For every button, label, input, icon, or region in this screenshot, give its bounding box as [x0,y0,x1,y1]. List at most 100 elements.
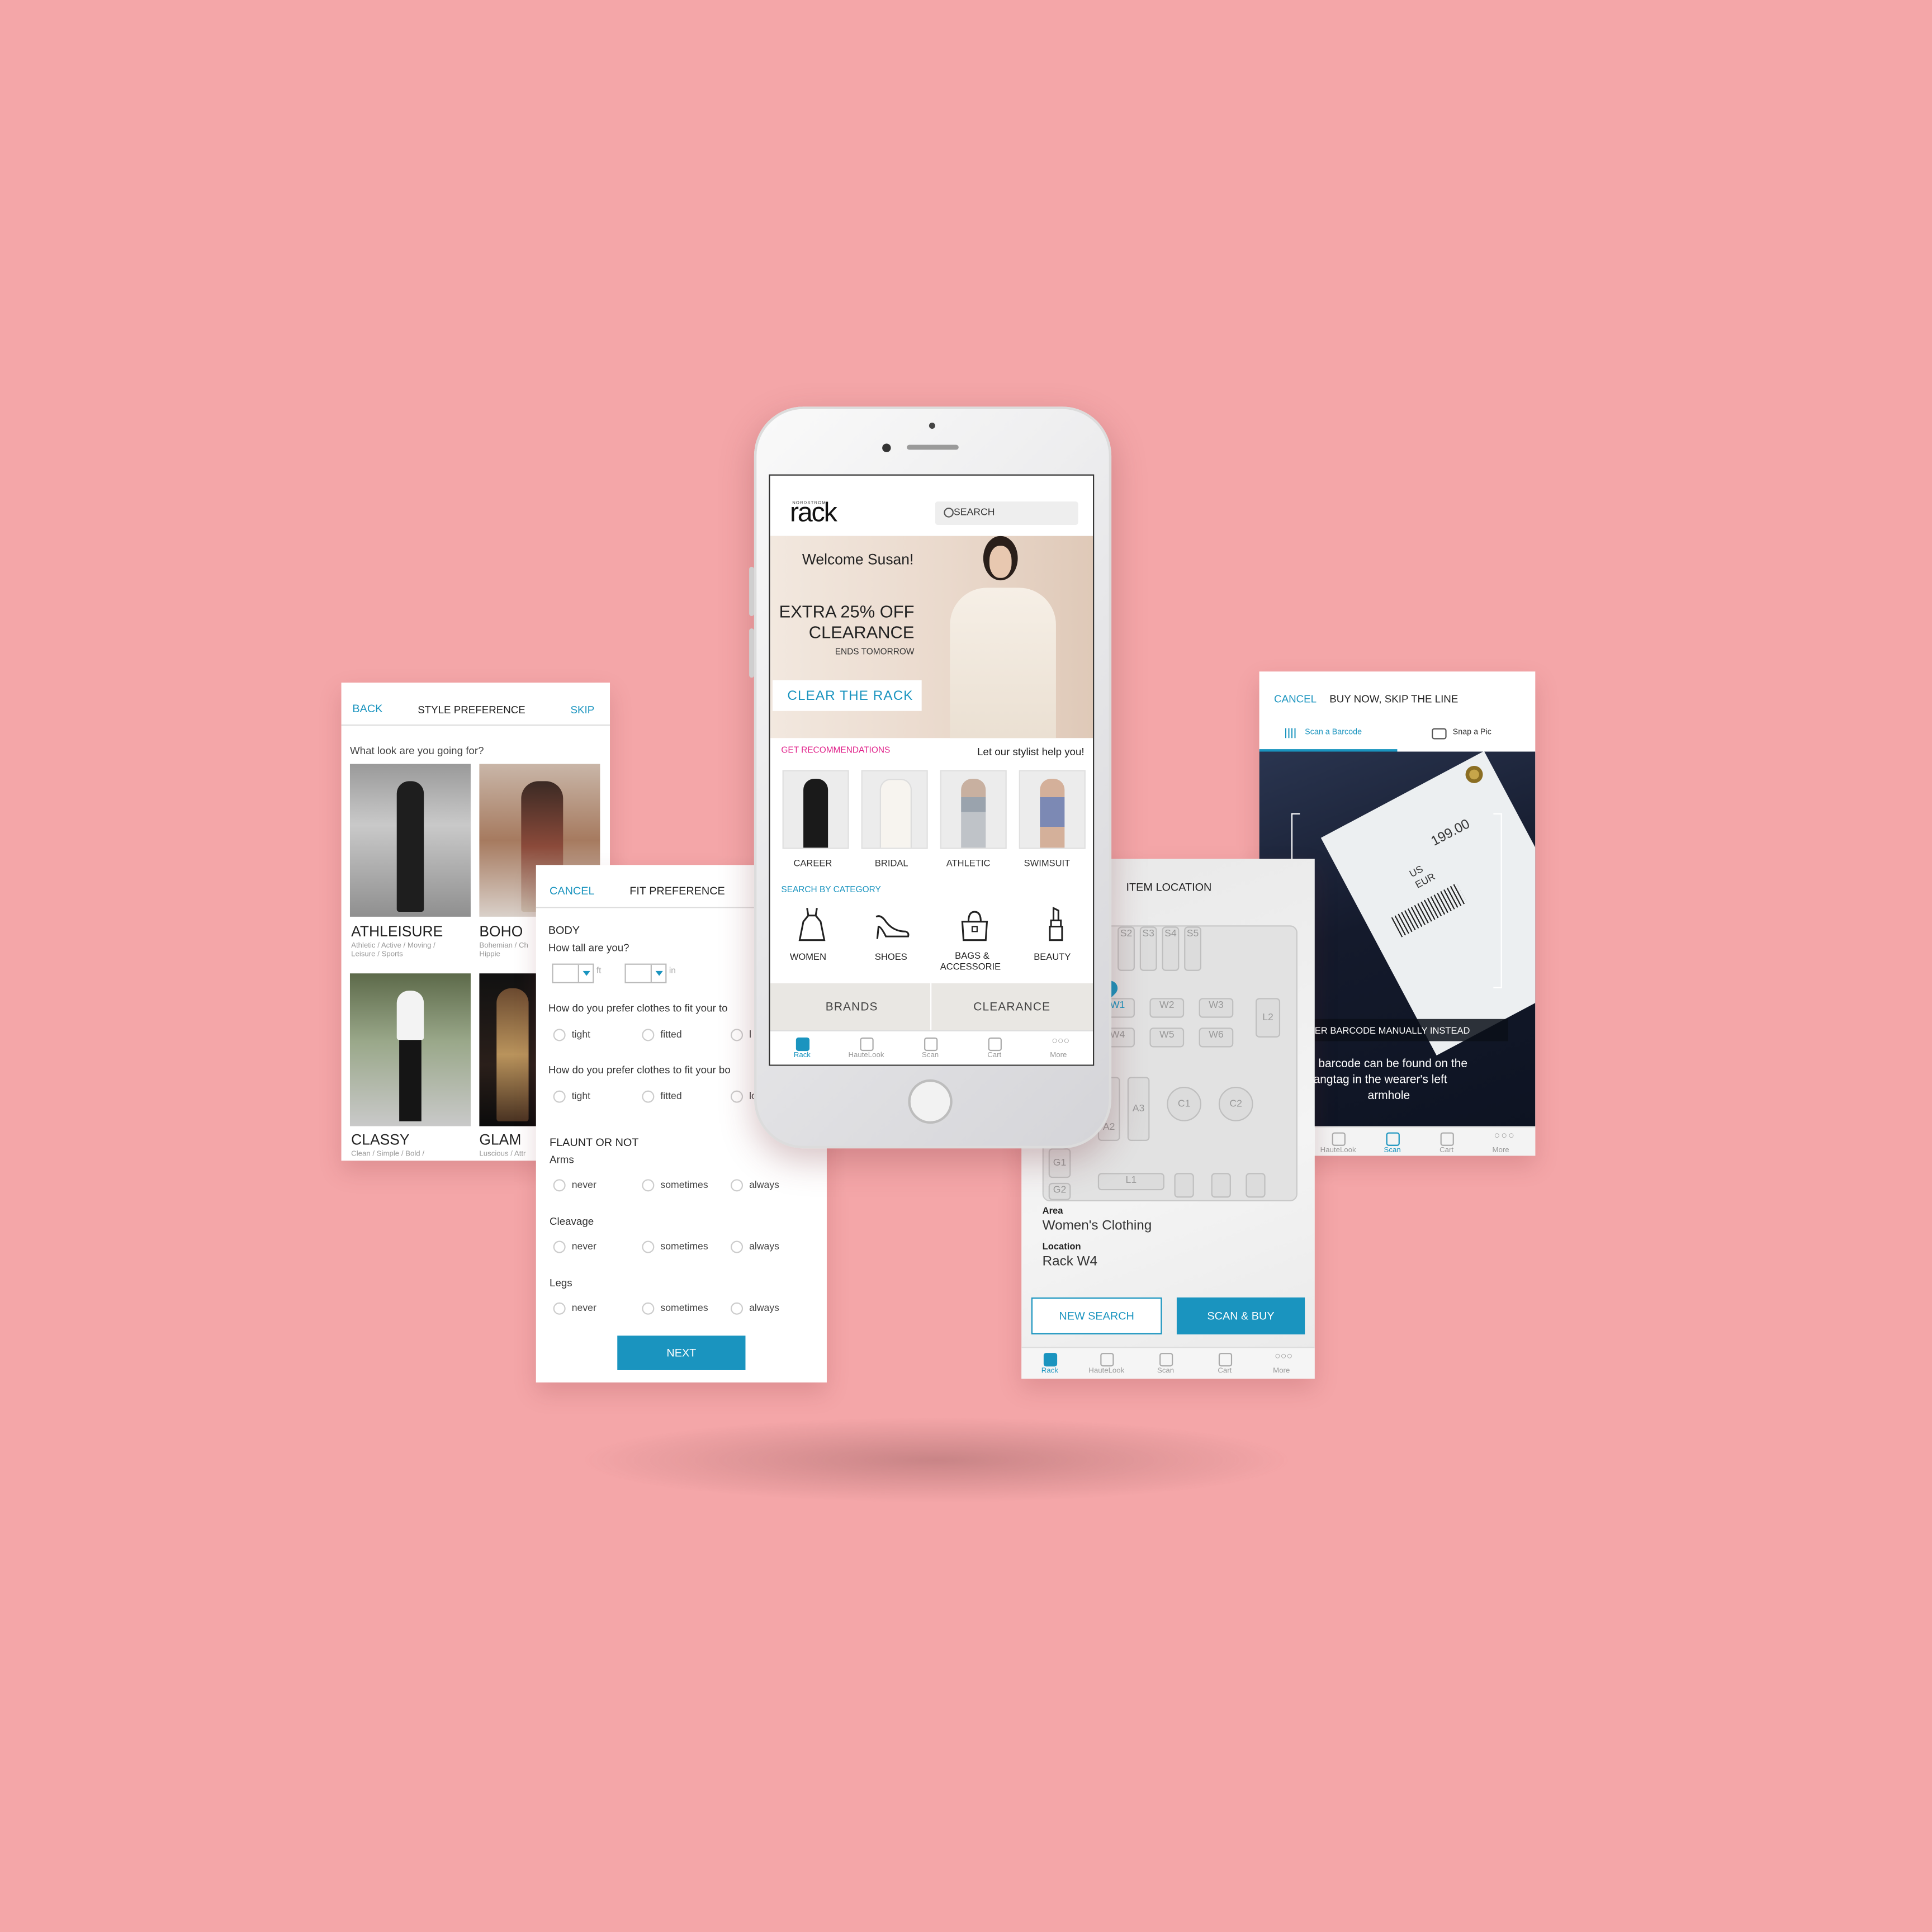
radio-cleavage-never[interactable] [553,1240,566,1253]
chevron-down-icon [577,964,593,982]
shelf-label: C1 [1177,1097,1191,1109]
radio-tight-top[interactable] [553,1029,566,1041]
hero-banner[interactable]: Welcome Susan! EXTRA 25% OFF CLEARANCE E… [770,536,1093,738]
legs-label: Legs [550,1276,572,1289]
item-location-title: ITEM LOCATION [1126,880,1212,893]
radio-fitted-top[interactable] [642,1029,655,1041]
scan-barcode-tab[interactable]: Scan a Barcode [1259,721,1398,752]
radio-cleavage-always[interactable] [731,1240,744,1253]
radio-fitted-bottom[interactable] [642,1090,655,1103]
rec-career-photo[interactable] [782,770,849,849]
tab-more[interactable]: ○○○ More [1256,1351,1308,1375]
clearance-button[interactable]: CLEARANCE [931,983,1093,1030]
rec-bridal-photo[interactable] [861,770,928,849]
tab-scan[interactable]: Scan [1140,1353,1192,1375]
radio-legs-never[interactable] [553,1302,566,1315]
radio-cleavage-sometimes[interactable] [642,1240,655,1253]
category-beauty[interactable]: BEAUTY [1029,907,1083,966]
scan-and-buy-button[interactable]: SCAN & BUY [1176,1297,1305,1335]
cancel-button[interactable]: CANCEL [550,885,594,897]
look-athleisure-photo[interactable] [349,764,471,917]
radio-loose-bottom[interactable] [731,1090,744,1103]
radio-loose-top[interactable] [731,1029,744,1041]
hero-model-dress [950,588,1056,738]
figure-legs [399,1040,422,1121]
flaunt-heading: FLAUNT OR NOT [550,1136,639,1149]
fitted-label: fitted [660,1090,682,1102]
height-question: How tall are you? [548,941,629,954]
shelf-label: A3 [1132,1102,1145,1114]
radio-arms-always[interactable] [731,1179,744,1192]
ft-label: ft [596,967,602,976]
side-button [749,566,754,617]
radio-legs-always[interactable] [731,1302,744,1315]
tab-more[interactable]: ○○○ More [1476,1130,1526,1154]
category-shoes[interactable]: SHOES [869,907,918,966]
body-heading: BODY [548,924,580,937]
category-bags[interactable]: BAGS & ACCESSORIE [937,907,1011,978]
radio-arms-sometimes[interactable] [642,1179,655,1192]
scan-barcode-label: Scan a Barcode [1305,728,1362,737]
brands-button[interactable]: BRANDS [770,983,932,1030]
tab-hautelook[interactable]: HauteLook [1081,1353,1133,1375]
shelf-label: S5 [1186,927,1199,939]
home-button[interactable] [908,1079,953,1124]
never-label: never [571,1240,596,1252]
barcode-icon [1285,728,1298,738]
rec-athletic-photo[interactable] [940,770,1007,849]
tab-label: HauteLook [848,1052,884,1060]
area-value: Women's Clothing [1042,1218,1152,1234]
loose-label-cut: l [749,1029,752,1040]
tab-cart[interactable]: Cart [1422,1132,1471,1154]
shelf-label: W2 [1159,999,1175,1011]
category-women[interactable]: WOMEN [787,907,836,966]
new-search-button[interactable]: NEW SEARCH [1031,1297,1162,1335]
shelf-label: S4 [1164,927,1177,939]
tab-cart[interactable]: Cart [1199,1353,1251,1375]
shelf-w2: W2 [1149,998,1185,1018]
chevron-down-icon [650,964,665,982]
look-boho-desc: Bohemian / Ch [479,943,528,950]
side-button [749,628,754,678]
promo-line-2: CLEARANCE [808,622,915,642]
radio-legs-sometimes[interactable] [642,1302,655,1315]
tab-rack[interactable]: Rack [1024,1353,1076,1375]
recommendations-heading: GET RECOMMENDATIONS [781,746,891,756]
search-bar[interactable]: SEARCH [935,501,1078,525]
search-placeholder: SEARCH [953,506,995,518]
tab-scan[interactable]: Scan [1368,1132,1417,1154]
height-inches-select[interactable] [624,963,667,983]
scan-icon [923,1037,937,1052]
tab-cart[interactable]: Cart [970,1037,1019,1060]
cancel-button[interactable]: CANCEL [1274,693,1317,705]
shelf-s4: S4 [1162,926,1180,971]
camera-icon [1432,728,1447,740]
height-feet-select[interactable] [552,963,594,983]
clear-the-rack-button[interactable]: CLEAR THE RACK [772,680,922,711]
rec-career-label: CAREER [793,858,832,869]
hautelook-icon [1100,1353,1114,1367]
tab-hautelook[interactable]: HauteLook [841,1037,891,1060]
manual-entry-bar[interactable]: ER BARCODE MANUALLY INSTEAD [1311,1019,1508,1041]
search-category-heading: SEARCH BY CATEGORY [781,886,881,895]
tab-label: Scan [1157,1367,1175,1375]
shelf-label: W4 [1110,1029,1125,1040]
rec-swimsuit-photo[interactable] [1019,770,1086,849]
look-classy-photo[interactable] [349,973,471,1126]
tab-hautelook[interactable]: HauteLook [1314,1132,1363,1154]
location-value: Rack W4 [1042,1254,1098,1270]
radio-arms-never[interactable] [553,1179,566,1192]
snap-pic-tab[interactable]: Snap a Pic [1397,721,1535,751]
back-button[interactable]: BACK [352,702,382,714]
tab-scan[interactable]: Scan [906,1037,955,1060]
rec-swimsuit-label: SWIMSUIT [1024,858,1071,869]
tab-rack[interactable]: Rack [778,1037,827,1060]
skip-button[interactable]: SKIP [570,704,594,716]
tab-more[interactable]: ○○○ More [1034,1036,1083,1060]
manual-entry-label: ER BARCODE MANUALLY INSTEAD [1314,1025,1470,1036]
radio-tight-bottom[interactable] [553,1090,566,1103]
shelf-c2: C2 [1218,1087,1253,1121]
sometimes-label: sometimes [660,1302,708,1314]
figure [961,778,986,848]
next-button[interactable]: NEXT [617,1336,746,1370]
